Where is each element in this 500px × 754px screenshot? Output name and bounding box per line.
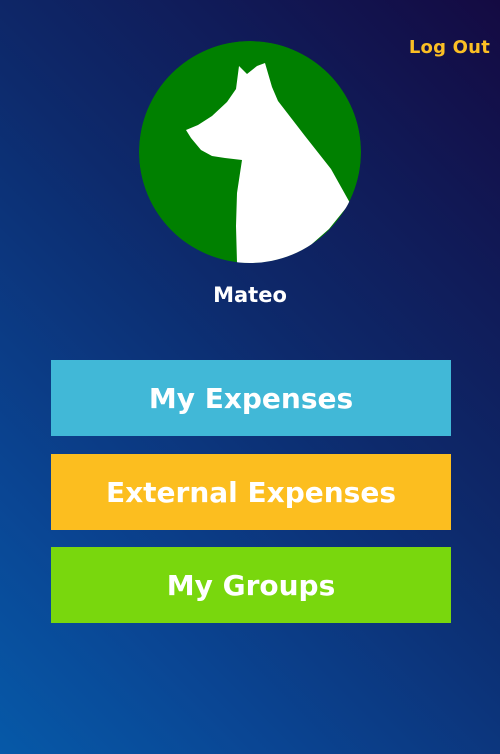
my-expenses-button[interactable]: My Expenses	[51, 360, 451, 436]
dog-silhouette-icon	[139, 41, 361, 263]
my-groups-button[interactable]: My Groups	[51, 547, 451, 623]
external-expenses-label: External Expenses	[105, 475, 397, 509]
my-groups-label: My Groups	[166, 568, 336, 602]
external-expenses-button[interactable]: External Expenses	[51, 454, 451, 530]
my-expenses-label: My Expenses	[148, 381, 354, 415]
logout-link[interactable]: Log Out	[409, 37, 490, 58]
avatar	[139, 41, 361, 263]
username: Mateo	[213, 283, 287, 307]
